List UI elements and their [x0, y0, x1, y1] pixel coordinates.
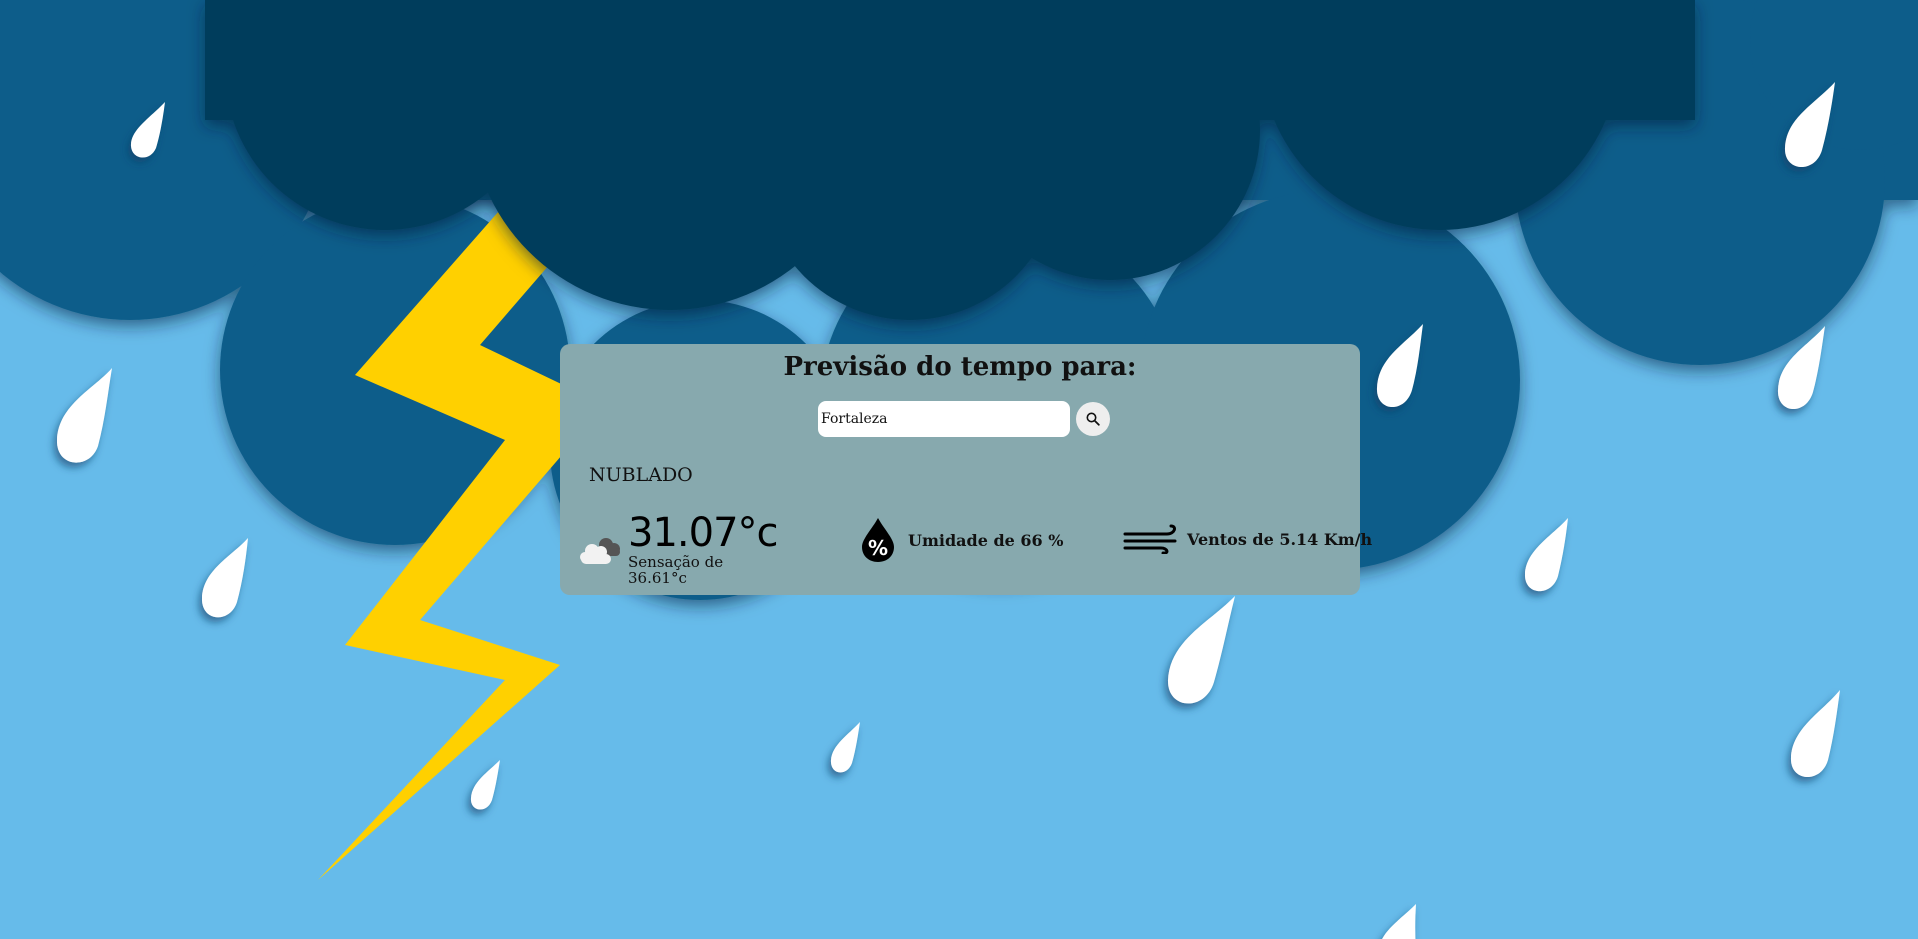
svg-text:%: % [868, 536, 888, 560]
temperature-block: 31.07°c Sensação de 36.61°c [578, 510, 779, 587]
cloudy-icon [580, 538, 620, 564]
search-button[interactable] [1076, 402, 1110, 436]
humidity-drop-icon: % [862, 518, 894, 562]
feels-like-value: 36.61°c [628, 569, 687, 587]
wind-text: Ventos de 5.14 Km/h [1187, 529, 1373, 549]
search-bar [818, 401, 1110, 437]
page-title: Previsão do tempo para: [783, 352, 1137, 382]
humidity-stat: % Umidade de 66 % [860, 517, 1063, 563]
wind-icon [1123, 524, 1177, 554]
temperature-info: 31.07°c Sensação de 36.61°c [628, 510, 779, 587]
humidity-text: Umidade de 66 % [908, 530, 1064, 550]
weather-card: Previsão do tempo para: NUBLADO [560, 344, 1372, 595]
temperature-value: 31.07°c [628, 510, 779, 556]
search-icon [1086, 412, 1100, 426]
city-search-input[interactable] [818, 401, 1070, 437]
weather-condition: NUBLADO [589, 464, 693, 486]
wind-stat: Ventos de 5.14 Km/h [1123, 524, 1372, 554]
feels-like-label: Sensação de [628, 553, 724, 571]
